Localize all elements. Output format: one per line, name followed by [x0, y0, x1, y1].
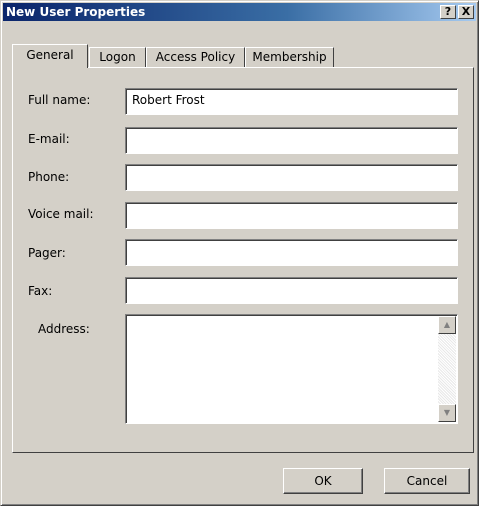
close-button[interactable]: X — [458, 5, 474, 19]
help-button[interactable]: ? — [440, 5, 456, 19]
email-field[interactable] — [125, 127, 458, 154]
tab-general[interactable]: General — [12, 44, 88, 68]
cancel-button[interactable]: Cancel — [384, 468, 470, 494]
full-name-label: Full name: — [28, 93, 91, 107]
voice-mail-field[interactable] — [125, 202, 458, 229]
ok-button[interactable]: OK — [283, 468, 363, 494]
phone-field[interactable] — [125, 164, 458, 191]
fax-label: Fax: — [28, 284, 53, 298]
fax-field[interactable] — [125, 277, 458, 304]
title-bar[interactable]: New User Properties ? X — [3, 3, 476, 21]
phone-label: Phone: — [28, 170, 70, 184]
address-scrollbar[interactable]: ▲ ▼ — [438, 316, 456, 422]
dialog-window: New User Properties ? X General Logon Ac… — [0, 0, 479, 506]
scroll-down-icon[interactable]: ▼ — [438, 404, 456, 422]
window-title: New User Properties — [6, 5, 146, 19]
scroll-up-icon[interactable]: ▲ — [438, 316, 456, 334]
address-label: Address: — [38, 322, 90, 336]
address-textarea[interactable]: ▲ ▼ — [125, 314, 458, 424]
email-label: E-mail: — [28, 132, 70, 146]
full-name-field[interactable]: Robert Frost — [125, 88, 458, 115]
voice-mail-label: Voice mail: — [28, 207, 94, 221]
tab-logon[interactable]: Logon — [89, 47, 146, 67]
tab-access-policy[interactable]: Access Policy — [146, 47, 245, 67]
pager-label: Pager: — [28, 246, 66, 260]
tab-membership[interactable]: Membership — [245, 47, 334, 67]
pager-field[interactable] — [125, 239, 458, 266]
